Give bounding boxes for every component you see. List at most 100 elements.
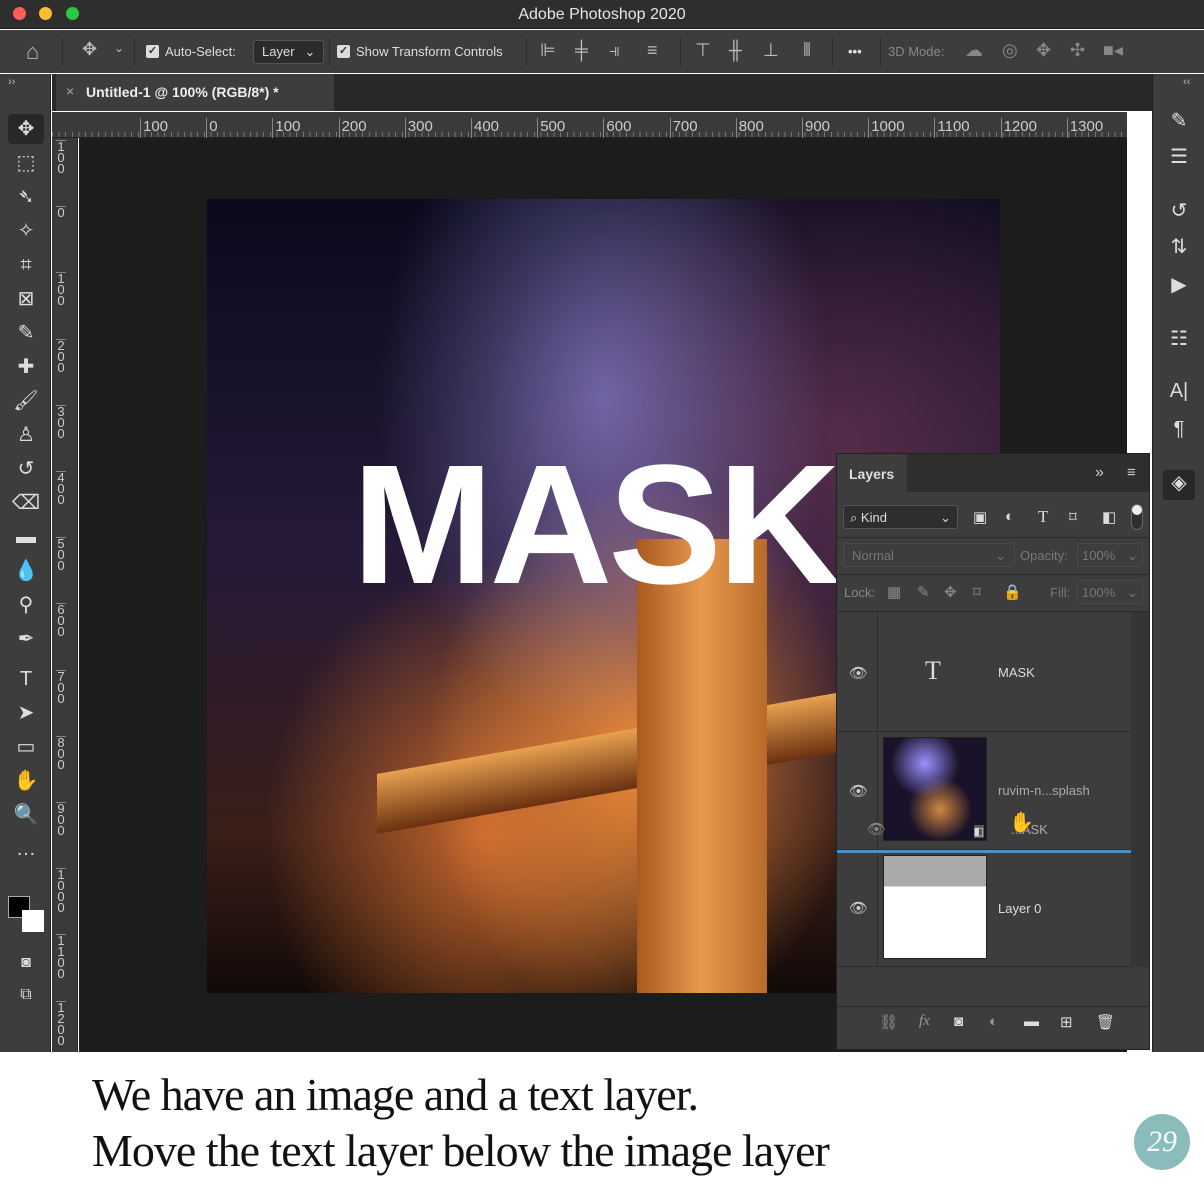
lock-all-icon[interactable]: 🔒 — [1003, 583, 1022, 601]
document-tab[interactable]: × Untitled-1 @ 100% (RGB/8*) * — [56, 74, 334, 111]
hand-tool[interactable]: ✋ — [8, 766, 44, 796]
collapse-panel-icon[interactable]: ‹‹ — [1183, 76, 1190, 88]
3d-camera-icon[interactable]: ■◂ — [1103, 40, 1123, 61]
character-icon[interactable]: A| — [1163, 380, 1195, 403]
vertical-ruler[interactable]: 1000100200300400500600700800900100011001… — [52, 138, 78, 1052]
align-top-icon[interactable]: ⊤ — [695, 40, 711, 61]
lasso-tool[interactable]: ➴ — [8, 182, 44, 212]
ruler-label: 1000 — [868, 118, 905, 138]
opacity-input[interactable]: 100% ⌄ — [1077, 543, 1143, 567]
layer-row-mask[interactable]: 👁 T MASK — [837, 612, 1131, 732]
fx-icon[interactable]: fx — [919, 1013, 930, 1030]
brush-settings-icon[interactable]: ✎ — [1163, 108, 1195, 133]
more-options-button[interactable]: ••• — [848, 30, 862, 73]
crop-tool[interactable]: ⌗ — [8, 250, 44, 280]
visibility-eye-icon[interactable]: 👁 — [849, 664, 868, 682]
mask-text-layer[interactable]: MASK — [352, 440, 836, 610]
gradient-tool[interactable]: ▬ — [8, 522, 44, 552]
marquee-tool[interactable]: ⬚ — [8, 148, 44, 178]
history-icon[interactable]: ↺ — [1163, 198, 1195, 223]
link-layers-icon[interactable]: ⛓ — [879, 1013, 898, 1031]
new-group-icon[interactable]: ▬ — [1024, 1013, 1039, 1030]
healing-brush-tool[interactable]: ✚ — [8, 352, 44, 382]
eraser-tool[interactable]: ⌫ — [8, 488, 44, 518]
3d-orbit-icon[interactable]: ☁ — [965, 40, 983, 61]
blend-mode-dropdown[interactable]: Normal ⌄ — [843, 543, 1015, 567]
horizontal-ruler[interactable]: 100 0 100 200 300 400 500 600 700 800 900 1000 1100 1… — [52, 112, 1127, 138]
layer-row-image[interactable]: 👁 ◧ ruvim-n...splash 👁 ...ASK ✋ — [837, 732, 1131, 850]
3d-pan-icon[interactable]: ✥ — [1036, 40, 1051, 61]
play-icon[interactable]: ▶ — [1163, 272, 1195, 297]
actions-icon[interactable]: ⇅ — [1163, 234, 1195, 259]
auto-select-checkbox[interactable]: ✓ Auto-Select: — [146, 30, 236, 73]
filter-toggle[interactable] — [1131, 504, 1143, 530]
filter-kind-dropdown[interactable]: ⌕ Kind ⌄ — [843, 505, 958, 529]
lock-transparent-icon[interactable]: ▦ — [887, 583, 901, 601]
blur-tool[interactable]: 💧 — [8, 556, 44, 586]
ruler-label: 900 — [56, 801, 66, 838]
lock-artboard-icon[interactable]: ⌑ — [973, 583, 981, 601]
expand-panel-icon[interactable]: ›› — [8, 76, 15, 88]
path-selection-tool[interactable]: ➤ — [8, 698, 44, 728]
layers-scrollbar[interactable] — [1131, 612, 1149, 967]
lock-position-icon[interactable]: ✥ — [944, 583, 957, 601]
magic-wand-tool[interactable]: ✧ — [8, 216, 44, 246]
layers-panel-icon[interactable]: ◈ — [1163, 470, 1195, 500]
edit-toolbar-button[interactable]: … — [8, 834, 44, 864]
distribute-v-icon[interactable]: ⦀ — [803, 40, 811, 61]
stamp-tool[interactable]: ♙ — [8, 420, 44, 450]
visibility-eye-icon[interactable]: 👁 — [849, 782, 868, 800]
eyedropper-tool[interactable]: ✎ — [8, 318, 44, 348]
filter-pixel-icon[interactable]: ▣ — [973, 508, 987, 526]
chevron-down-icon[interactable]: ⌄ — [114, 41, 124, 55]
show-transform-controls-checkbox[interactable]: ✓ Show Transform Controls — [337, 30, 503, 73]
screen-mode-button[interactable]: ⧉ — [8, 980, 44, 1010]
quick-mask-button[interactable]: ◙ — [8, 948, 44, 978]
home-icon[interactable]: ⌂ — [26, 39, 39, 65]
layer-name[interactable]: ruvim-n...splash — [998, 783, 1090, 798]
3d-roll-icon[interactable]: ◎ — [1002, 40, 1018, 61]
layers-tab[interactable]: Layers — [837, 454, 907, 492]
layer-name[interactable]: MASK — [998, 665, 1035, 680]
align-left-icon[interactable]: ⊫ — [540, 40, 556, 61]
add-mask-icon[interactable]: ◙ — [954, 1013, 963, 1030]
delete-layer-icon[interactable]: 🗑 — [1096, 1013, 1115, 1031]
layer-row-layer0[interactable]: 👁 Layer 0 — [837, 853, 1131, 967]
adjustment-layer-icon[interactable]: ◐ — [989, 1013, 998, 1030]
new-layer-icon[interactable]: ⊞ — [1060, 1013, 1073, 1031]
filter-type-icon[interactable]: T — [1038, 507, 1048, 527]
collapse-icon[interactable]: » — [1095, 464, 1104, 482]
frame-tool[interactable]: ⊠ — [8, 284, 44, 314]
3d-slide-icon[interactable]: ✣ — [1070, 40, 1085, 61]
move-tool[interactable]: ✥ — [8, 114, 44, 144]
properties-icon[interactable]: ☷ — [1163, 326, 1195, 351]
auto-select-dropdown[interactable]: Layer ⌄ — [253, 39, 325, 64]
distribute-icon[interactable]: ≡ — [647, 40, 658, 61]
brush-tool[interactable]: 🖌 — [8, 386, 44, 416]
align-right-icon[interactable]: ⫣ — [609, 40, 620, 61]
zoom-tool[interactable]: 🔍 — [8, 800, 44, 830]
pen-tool[interactable]: ✒ — [8, 624, 44, 654]
lock-brush-icon[interactable]: ✎ — [917, 583, 930, 601]
ruler-label: 100 — [272, 118, 300, 138]
rectangle-tool[interactable]: ▭ — [8, 732, 44, 762]
filter-kind-value: Kind — [860, 510, 887, 525]
dodge-tool[interactable]: ⚲ — [8, 590, 44, 620]
move-tool-icon[interactable]: ✥ — [82, 39, 97, 60]
adjustments-icon[interactable]: ☰ — [1163, 144, 1195, 169]
align-middle-icon[interactable]: ╫ — [729, 40, 742, 61]
close-tab-icon[interactable]: × — [66, 83, 74, 99]
align-bottom-icon[interactable]: ⊥ — [763, 40, 779, 61]
panel-menu-icon[interactable]: ≡ — [1127, 464, 1136, 481]
history-brush-tool[interactable]: ↺ — [8, 454, 44, 484]
filter-shape-icon[interactable]: ⌑ — [1069, 508, 1077, 526]
visibility-eye-icon[interactable]: 👁 — [849, 899, 868, 917]
align-center-h-icon[interactable]: ╪ — [575, 40, 588, 61]
filter-smart-object-icon[interactable]: ◧ — [1102, 508, 1116, 526]
type-tool[interactable]: T — [8, 664, 44, 694]
layer-name[interactable]: Layer 0 — [998, 901, 1041, 916]
paragraph-icon[interactable]: ¶ — [1163, 418, 1195, 441]
filter-adjustment-icon[interactable]: ◐ — [1005, 508, 1014, 525]
fill-input[interactable]: 100% ⌄ — [1077, 580, 1143, 604]
background-color[interactable] — [22, 910, 44, 932]
